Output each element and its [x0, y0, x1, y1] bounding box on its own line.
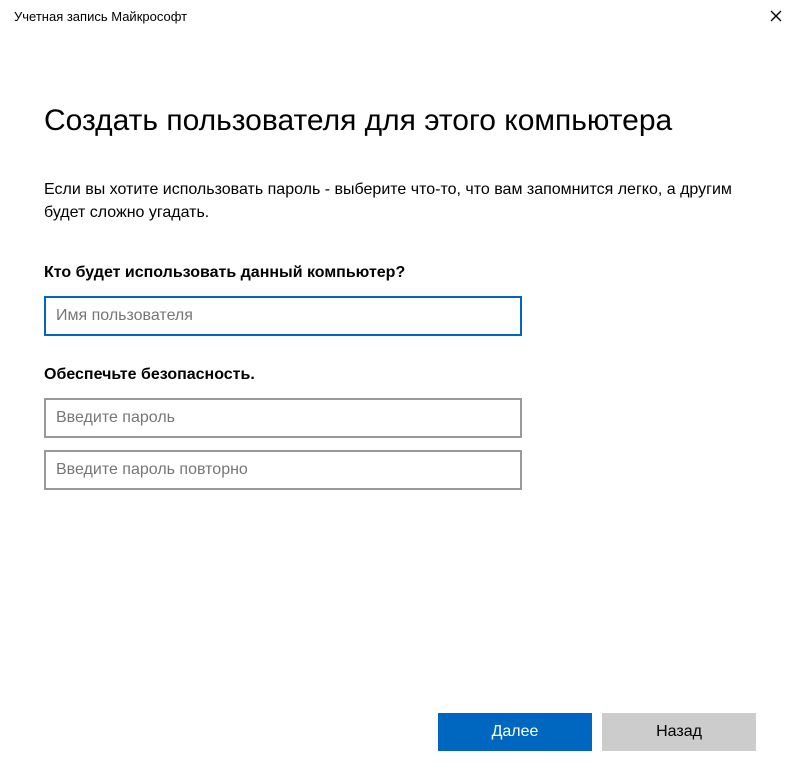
next-button[interactable]: Далее — [438, 713, 592, 751]
page-description: Если вы хотите использовать пароль - выб… — [44, 178, 744, 224]
password-confirm-input[interactable] — [44, 450, 522, 490]
password-input[interactable] — [44, 398, 522, 438]
main-content: Создать пользователя для этого компьютер… — [0, 32, 800, 490]
page-heading: Создать пользователя для этого компьютер… — [44, 104, 756, 138]
back-button[interactable]: Назад — [602, 713, 756, 751]
close-button[interactable] — [764, 4, 788, 28]
security-section-label: Обеспечьте безопасность. — [44, 366, 756, 384]
window-title: Учетная запись Майкрософт — [14, 9, 187, 24]
titlebar: Учетная запись Майкрософт — [0, 0, 800, 32]
username-input[interactable] — [44, 296, 522, 336]
close-icon — [770, 10, 782, 22]
footer-buttons: Далее Назад — [438, 713, 756, 751]
username-section-label: Кто будет использовать данный компьютер? — [44, 264, 756, 282]
